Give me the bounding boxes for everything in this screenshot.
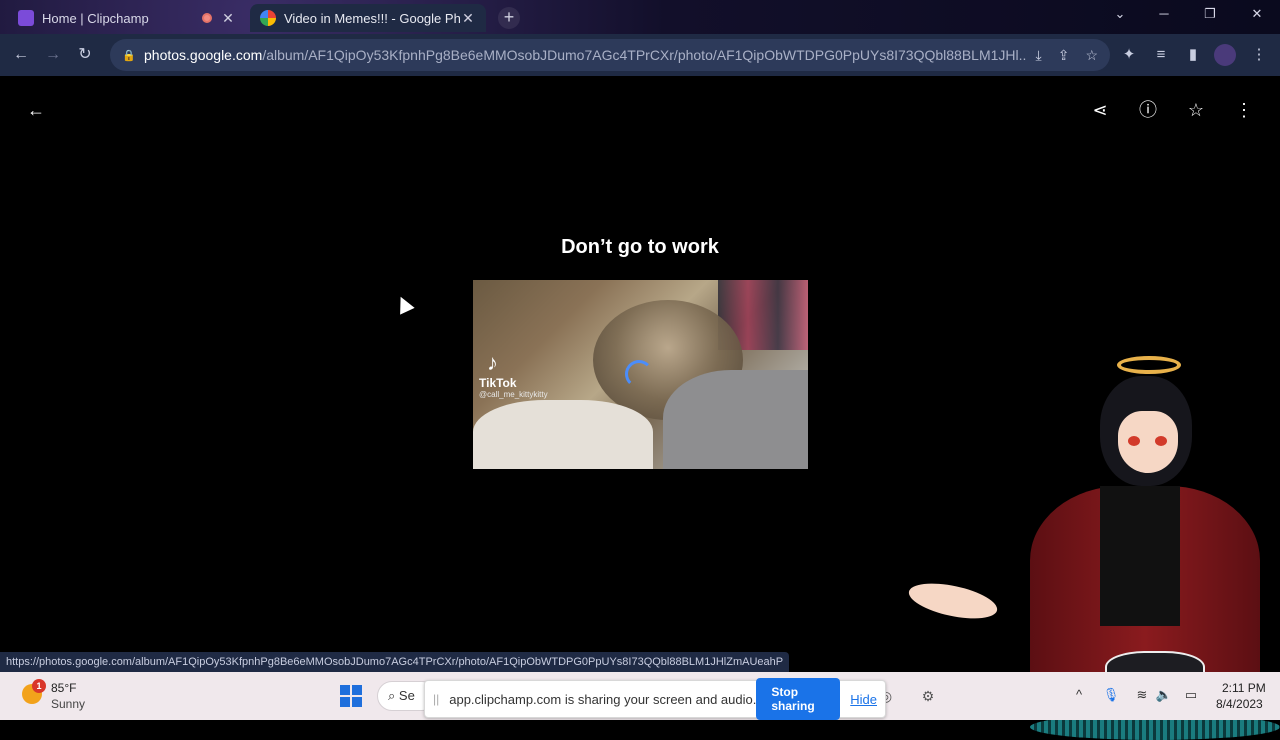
tiktok-brand: TikTok <box>479 376 517 390</box>
avatar-face <box>1118 411 1178 473</box>
clipchamp-icon <box>18 10 34 26</box>
clock-date[interactable]: 8/4/2023 <box>1216 697 1263 711</box>
more-options-icon[interactable]: ⋮ <box>1232 98 1256 122</box>
avatar-shirt <box>1100 486 1180 626</box>
reading-list-icon[interactable]: ≡ <box>1150 44 1172 66</box>
install-icon[interactable]: ⤓ <box>1036 47 1042 64</box>
weather-alert-badge: 1 <box>32 679 46 693</box>
url-path: /album/AF1QipOy53KfpnhPg8Be6eMMOsobJDumo… <box>262 47 1026 63</box>
new-tab-button[interactable]: + <box>498 7 520 29</box>
close-tab-icon[interactable]: ✕ <box>220 10 236 27</box>
tiktok-logo-icon: ♪ <box>487 350 498 375</box>
reload-icon[interactable]: ↻ <box>74 44 96 66</box>
close-window-icon[interactable]: ✕ <box>1245 6 1269 22</box>
video-caption: Don’t go to work <box>561 236 719 258</box>
favorite-star-icon[interactable]: ☆ <box>1184 98 1208 122</box>
screen-share-notice: || app.clipchamp.com is sharing your scr… <box>424 678 886 720</box>
arm-image <box>663 370 808 469</box>
video-player[interactable]: ♪ TikTok @call_me_kittykitty <box>473 280 808 469</box>
minimize-icon[interactable]: ─ <box>1152 6 1176 21</box>
clock-time[interactable]: 2:11 PM <box>1222 681 1266 695</box>
tray-chevron-icon[interactable]: ^ <box>1070 686 1088 704</box>
halo-icon <box>1117 356 1181 374</box>
back-arrow-icon[interactable]: ← <box>24 98 48 122</box>
browser-toolbar: ← → ↻ 🔒 photos.google.com /album/AF1QipO… <box>0 34 1280 76</box>
weather-condition[interactable]: Sunny <box>51 697 85 711</box>
stop-sharing-button[interactable]: Stop sharing <box>756 678 841 720</box>
address-bar[interactable]: 🔒 photos.google.com /album/AF1QipOy53Kfp… <box>110 39 1110 71</box>
weather-temperature[interactable]: 85°F <box>51 681 76 695</box>
share-icon[interactable]: ⋖ <box>1088 98 1112 122</box>
share-message: app.clipchamp.com is sharing your screen… <box>449 691 757 707</box>
info-icon[interactable]: ⓘ <box>1136 98 1160 122</box>
tab-title: Video in Memes!!! - Google Phot <box>284 10 460 26</box>
tab-clipchamp[interactable]: Home | Clipchamp ✕ <box>8 4 246 32</box>
link-status-bar: https://photos.google.com/album/AF1QipOy… <box>0 652 790 672</box>
restore-icon[interactable]: ❐ <box>1198 6 1222 22</box>
lock-icon: 🔒 <box>122 49 136 62</box>
tab-search-icon[interactable]: ⌄ <box>1108 6 1132 22</box>
tab-google-photos[interactable]: Video in Memes!!! - Google Phot ✕ <box>250 4 486 32</box>
url-host: photos.google.com <box>144 47 263 63</box>
profile-avatar[interactable] <box>1214 44 1236 66</box>
app-icon[interactable]: ⚙ <box>918 686 938 706</box>
mouse-cursor-icon <box>393 293 415 315</box>
avatar-hand <box>905 576 1001 626</box>
windows-start-icon[interactable] <box>340 685 362 707</box>
browser-menu-icon[interactable]: ⋮ <box>1248 44 1270 66</box>
back-icon[interactable]: ← <box>10 44 32 66</box>
extensions-icon[interactable]: ✦ <box>1118 44 1140 66</box>
tiktok-handle: @call_me_kittykitty <box>479 390 548 399</box>
volume-icon[interactable]: 🔈 <box>1155 686 1173 704</box>
battery-icon[interactable]: ▭ <box>1182 686 1200 704</box>
paws-image <box>473 400 653 469</box>
browser-tab-bar: Home | Clipchamp ✕ Video in Memes!!! - G… <box>0 0 1280 34</box>
loading-spinner-icon <box>625 360 653 388</box>
photo-viewer: ← ⋖ ⓘ ☆ ⋮ Don’t go to work ♪ TikTok @cal… <box>0 76 1280 740</box>
google-photos-icon <box>260 10 276 26</box>
wifi-icon[interactable]: ≋ <box>1133 686 1151 704</box>
share-page-icon[interactable]: ⇪ <box>1058 47 1070 64</box>
avatar-eye <box>1155 436 1167 446</box>
drag-handle-icon[interactable]: || <box>433 692 439 706</box>
recording-icon <box>202 13 212 23</box>
avatar-eye <box>1128 436 1140 446</box>
close-tab-icon[interactable]: ✕ <box>460 10 476 27</box>
vtuber-avatar <box>900 346 1280 740</box>
microphone-icon[interactable]: 🎙 <box>1102 686 1120 704</box>
tab-title: Home | Clipchamp <box>42 10 149 26</box>
bookmark-star-icon[interactable]: ☆ <box>1085 47 1098 64</box>
forward-icon[interactable]: → <box>42 44 64 66</box>
search-label: Se <box>398 688 415 703</box>
side-panel-icon[interactable]: ▮ <box>1182 44 1204 66</box>
hide-link[interactable]: Hide <box>850 692 877 707</box>
